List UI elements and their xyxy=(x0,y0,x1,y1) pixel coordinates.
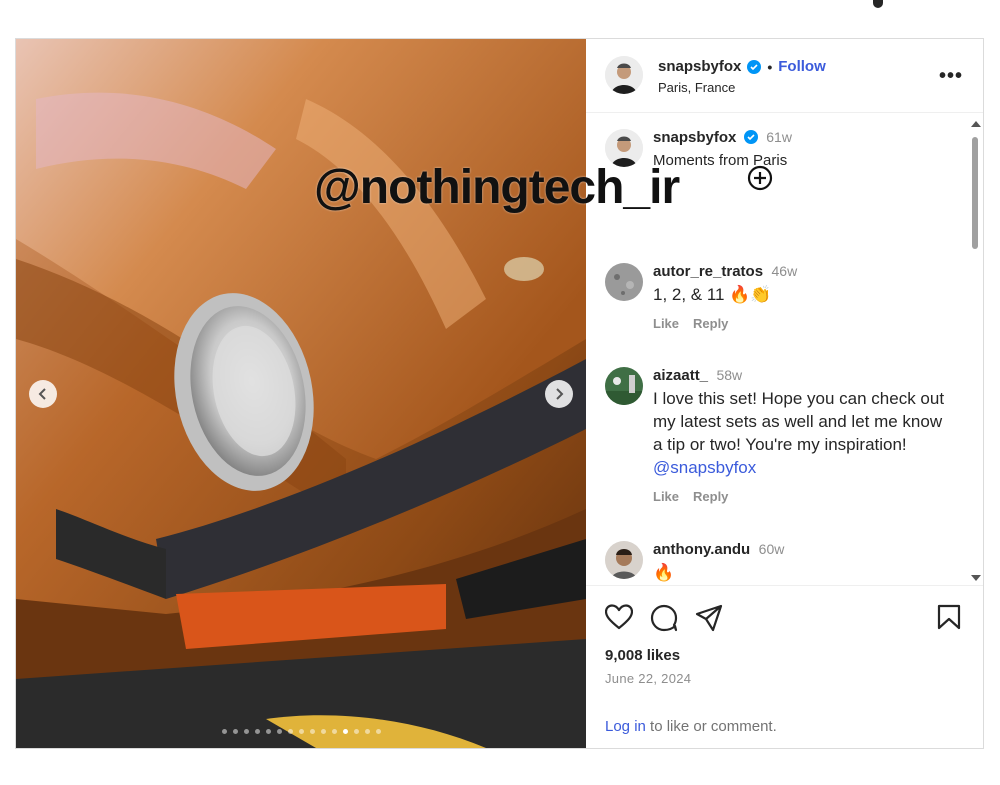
chevron-right-icon xyxy=(556,388,564,400)
post-image xyxy=(16,39,586,748)
plus-circle-icon xyxy=(747,165,773,191)
watermark: @nothingtech_ir xyxy=(314,161,680,214)
login-prompt: Log in to like or comment. xyxy=(605,718,777,735)
author-avatar[interactable] xyxy=(605,56,643,94)
comment-text: 1, 2, & 11 🔥👏 xyxy=(653,285,772,304)
slide-dot xyxy=(298,729,304,734)
post-header: snapsbyfox • Follow Paris, France ••• xyxy=(586,39,983,113)
post-actions: 9,008 likes June 22, 2024 Log in to like… xyxy=(586,585,983,749)
next-slide-button[interactable] xyxy=(545,380,573,408)
login-link[interactable]: Log in xyxy=(605,718,646,735)
comment-time[interactable]: 46w xyxy=(772,263,798,279)
comment-icon[interactable] xyxy=(650,604,678,632)
like-comment-button[interactable]: Like xyxy=(653,316,679,331)
mention-link[interactable]: @snapsbyfox xyxy=(653,458,756,477)
slide-dot xyxy=(320,729,326,734)
scroll-down-arrow[interactable] xyxy=(971,575,981,581)
heart-icon[interactable] xyxy=(605,604,633,630)
slide-dot xyxy=(375,729,381,734)
share-icon[interactable] xyxy=(695,604,723,632)
caption-text: Moments from Paris xyxy=(653,152,788,169)
slide-dot xyxy=(331,729,337,734)
like-comment-button[interactable]: Like xyxy=(653,489,679,504)
slide-dot xyxy=(342,729,348,734)
commenter-avatar[interactable] xyxy=(605,541,643,579)
follow-button[interactable]: Follow xyxy=(778,58,826,75)
instagram-post: snapsbyfox • Follow Paris, France ••• sn… xyxy=(15,38,984,749)
commenter-avatar[interactable] xyxy=(605,367,643,405)
slide-dot xyxy=(265,729,271,734)
slide-dot xyxy=(221,729,227,734)
comment-time[interactable]: 58w xyxy=(716,367,742,383)
commenter-avatar[interactable] xyxy=(605,263,643,301)
post-location[interactable]: Paris, France xyxy=(658,80,735,95)
chevron-left-icon xyxy=(38,388,46,400)
slide-dot xyxy=(364,729,370,734)
verified-icon xyxy=(743,130,758,144)
comment-username[interactable]: autor_re_tratos xyxy=(653,263,763,280)
comment-time[interactable]: 60w xyxy=(759,541,785,557)
slide-indicator xyxy=(16,729,586,734)
slide-dot xyxy=(243,729,249,734)
comments-scrollbar[interactable] xyxy=(970,121,981,581)
slide-dot xyxy=(353,729,359,734)
reply-button[interactable]: Reply xyxy=(693,316,728,331)
author-username[interactable]: snapsbyfox xyxy=(658,58,741,75)
reply-button[interactable]: Reply xyxy=(693,489,728,504)
comment-username[interactable]: aizaatt_ xyxy=(653,367,708,384)
comment-text: I love this set! Hope you can check out … xyxy=(653,389,945,454)
bookmark-icon[interactable] xyxy=(937,604,961,630)
login-prompt-text: to like or comment. xyxy=(645,718,777,735)
slide-dot xyxy=(232,729,238,734)
slide-dot xyxy=(276,729,282,734)
more-options-button[interactable]: ••• xyxy=(939,65,963,88)
likes-count[interactable]: 9,008 likes xyxy=(605,647,680,664)
scroll-up-arrow[interactable] xyxy=(971,121,981,127)
caption-username[interactable]: snapsbyfox xyxy=(653,129,736,146)
verified-icon xyxy=(747,59,762,74)
caption-time[interactable]: 61w xyxy=(766,129,792,145)
comment-username[interactable]: anthony.andu xyxy=(653,541,750,558)
comment-text: 🔥 xyxy=(653,563,675,582)
slide-dot xyxy=(309,729,315,734)
slide-dot xyxy=(254,729,260,734)
status-dot xyxy=(873,0,883,8)
previous-slide-button[interactable] xyxy=(29,380,57,408)
slide-dot xyxy=(287,729,293,734)
post-date[interactable]: June 22, 2024 xyxy=(605,671,691,686)
post-sidebar: snapsbyfox • Follow Paris, France ••• sn… xyxy=(586,39,983,748)
separator-dot: • xyxy=(767,58,773,75)
scroll-thumb[interactable] xyxy=(972,137,978,249)
